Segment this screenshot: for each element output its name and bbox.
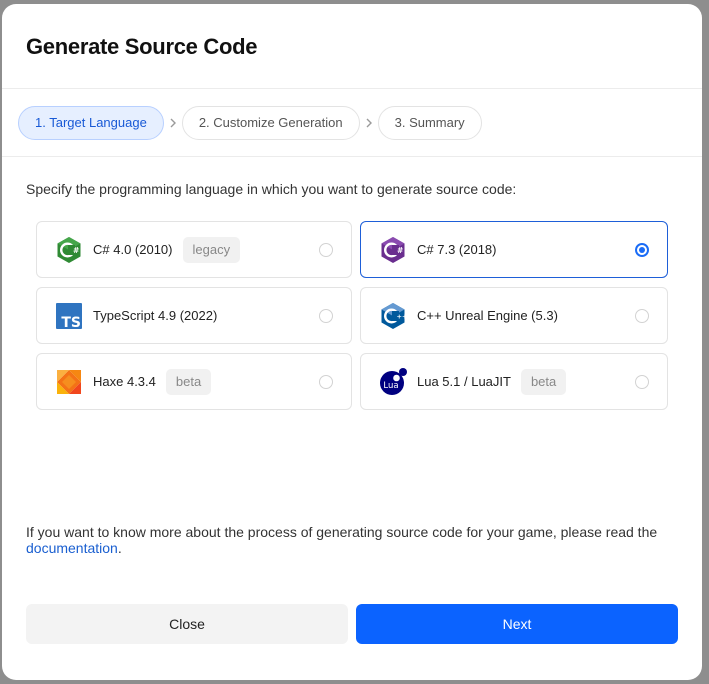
typescript-icon: TS [54, 301, 84, 331]
dialog-header: Generate Source Code [2, 4, 702, 89]
legacy-badge: legacy [182, 236, 241, 263]
close-button[interactable]: Close [26, 604, 348, 644]
dialog-actions: Close Next [26, 604, 678, 644]
language-radio[interactable] [319, 243, 333, 257]
language-option-csharp-4[interactable]: # C# 4.0 (2010) legacy [36, 221, 352, 278]
language-name: C# 4.0 (2010) [93, 242, 173, 257]
language-option-haxe[interactable]: Haxe 4.3.4 beta [36, 353, 352, 410]
documentation-note: If you want to know more about the proce… [26, 524, 676, 556]
language-option-csharp-7[interactable]: # C# 7.3 (2018) [360, 221, 668, 278]
lua-icon: Lua [378, 367, 408, 397]
step-summary[interactable]: 3. Summary [377, 105, 482, 140]
language-grid: # C# 4.0 (2010) legacy # C# 7.3 (2018) T… [36, 221, 678, 410]
language-radio[interactable] [319, 309, 333, 323]
dialog-title: Generate Source Code [26, 34, 258, 59]
chevron-right-icon [360, 118, 378, 128]
language-name: C# 7.3 (2018) [417, 242, 497, 257]
generate-source-dialog: Generate Source Code 1. Target Language … [2, 4, 702, 680]
step-customize-generation[interactable]: 2. Customize Generation [181, 105, 360, 140]
chevron-right-icon [164, 118, 182, 128]
lua-icon-text: Lua [383, 381, 398, 391]
language-radio[interactable] [635, 375, 649, 389]
language-option-cpp-unreal[interactable]: ++ C++ Unreal Engine (5.3) [360, 287, 668, 344]
beta-badge: beta [520, 368, 567, 395]
language-radio[interactable] [319, 375, 333, 389]
language-option-typescript[interactable]: TS TypeScript 4.9 (2022) [36, 287, 352, 344]
svg-text:++: ++ [397, 312, 408, 320]
documentation-note-end: . [117, 540, 122, 556]
dialog-body: Specify the programming language in whic… [2, 157, 702, 410]
language-name: TypeScript 4.9 (2022) [93, 308, 218, 323]
step-target-language[interactable]: 1. Target Language [18, 105, 164, 140]
documentation-note-text: If you want to know more about the proce… [26, 524, 658, 540]
haxe-icon [54, 367, 84, 397]
beta-badge: beta [165, 368, 212, 395]
csharp-green-icon: # [54, 235, 84, 265]
language-option-lua[interactable]: Lua Lua 5.1 / LuaJIT beta [360, 353, 668, 410]
csharp-purple-icon: # [378, 235, 408, 265]
next-button[interactable]: Next [356, 604, 678, 644]
cpp-icon: ++ [378, 301, 408, 331]
language-name: Lua 5.1 / LuaJIT [417, 374, 511, 389]
language-name: C++ Unreal Engine (5.3) [417, 308, 558, 323]
svg-text:#: # [397, 245, 403, 254]
language-radio[interactable] [635, 309, 649, 323]
stepper: 1. Target Language 2. Customize Generati… [2, 89, 702, 157]
documentation-link[interactable]: documentation [26, 540, 118, 556]
intro-text: Specify the programming language in whic… [26, 181, 517, 197]
typescript-icon-text: TS [61, 315, 81, 331]
svg-text:#: # [73, 245, 79, 254]
language-name: Haxe 4.3.4 [93, 374, 156, 389]
language-radio-selected[interactable] [635, 243, 649, 257]
